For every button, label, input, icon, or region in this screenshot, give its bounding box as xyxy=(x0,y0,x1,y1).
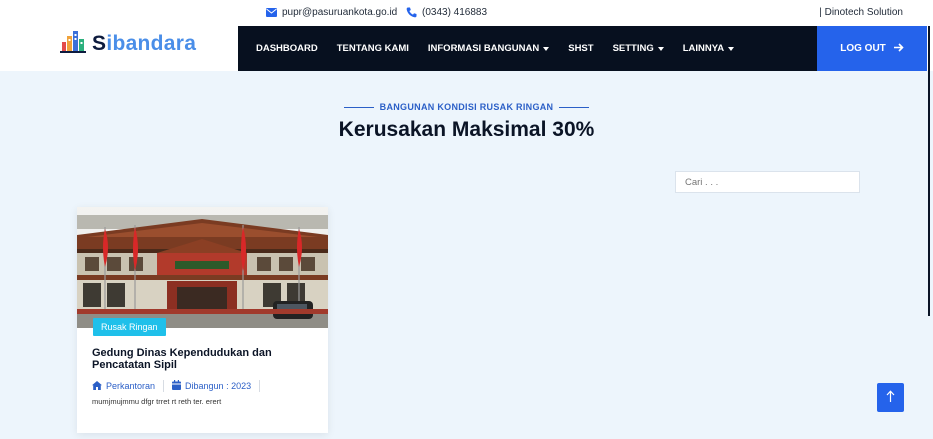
logo-text-rest: ibandara xyxy=(106,31,197,55)
site-header: Sibandara DASHBOARD TENTANG KAMI INFORMA… xyxy=(0,26,933,71)
nav-tentang-kami-label: TENTANG KAMI xyxy=(336,43,409,54)
logo-text: Sibandara xyxy=(92,32,196,56)
status-badge[interactable]: Rusak Ringan xyxy=(93,318,166,336)
section-subtitle-text: BANGUNAN KONDISI RUSAK RINGAN xyxy=(379,102,554,112)
page-title: Kerusakan Maksimal 30% xyxy=(338,118,595,141)
subtitle-line-left xyxy=(343,106,374,108)
caret-down-icon xyxy=(728,46,735,51)
card-category: Perkantoran xyxy=(92,380,156,392)
nav-tentang-kami[interactable]: TENTANG KAMI xyxy=(337,43,409,54)
nav-setting[interactable]: SETTING xyxy=(613,43,664,54)
contact-phone[interactable]: (0343) 416883 xyxy=(406,7,487,18)
card-description: mumjmujmmu dfgr trret rt reth ter. erert xyxy=(92,397,222,406)
back-to-top-button[interactable] xyxy=(877,383,904,412)
card-meta: Perkantoran Dibangun : 2023 xyxy=(92,380,268,392)
logout-button[interactable]: LOG OUT xyxy=(817,26,927,71)
nav-lainnya[interactable]: LAINNYA xyxy=(682,43,735,54)
nav-lainnya-label: LAINNYA xyxy=(682,43,725,54)
caret-down-icon xyxy=(543,46,550,51)
nav-informasi-bangunan-label: INFORMASI BANGUNAN xyxy=(427,43,540,54)
calendar-icon xyxy=(172,380,182,392)
card-category-text: Perkantoran xyxy=(106,381,156,391)
contact-email-text: pupr@pasuruankota.go.id xyxy=(282,7,398,18)
arrow-up-icon xyxy=(886,389,895,407)
meta-divider xyxy=(163,380,165,392)
nav-shst-label: SHST xyxy=(568,43,594,54)
logo-text-first: S xyxy=(92,31,107,55)
phone-icon xyxy=(406,7,417,18)
nav-dashboard[interactable]: DASHBOARD xyxy=(256,43,318,54)
card-built-year: Dibangun : 2023 xyxy=(172,380,251,392)
section-subtitle: BANGUNAN KONDISI RUSAK RINGAN xyxy=(0,102,933,112)
scrollbar-edge xyxy=(928,26,930,316)
building-photo xyxy=(77,207,328,328)
arrow-right-icon xyxy=(893,42,904,55)
contact-phone-text: (0343) 416883 xyxy=(422,7,488,18)
nav-informasi-bangunan[interactable]: INFORMASI BANGUNAN xyxy=(427,43,550,54)
nav-setting-label: SETTING xyxy=(612,43,654,54)
nav-shst[interactable]: SHST xyxy=(568,43,593,54)
building-card[interactable]: Rusak Ringan Gedung Dinas Kependudukan d… xyxy=(77,207,328,433)
card-built-text: Dibangun : 2023 xyxy=(185,381,252,391)
contact-email[interactable]: pupr@pasuruankota.go.id xyxy=(266,7,397,18)
top-contact-bar: pupr@pasuruankota.go.id (0343) 416883 | … xyxy=(0,0,933,26)
nav-dashboard-label: DASHBOARD xyxy=(256,43,318,54)
subtitle-line-right xyxy=(559,106,590,108)
city-building-icon xyxy=(60,28,86,59)
logout-label: LOG OUT xyxy=(840,43,886,54)
main-nav: DASHBOARD TENTANG KAMI INFORMASI BANGUNA… xyxy=(238,26,817,71)
caret-down-icon xyxy=(657,46,664,51)
card-title[interactable]: Gedung Dinas Kependudukan dan Pencatatan… xyxy=(92,347,312,371)
home-icon xyxy=(92,380,102,392)
envelope-icon xyxy=(266,8,277,17)
search-input[interactable] xyxy=(675,171,860,193)
meta-divider xyxy=(259,380,261,392)
credit-text: | Dinotech Solution xyxy=(819,7,903,18)
site-logo[interactable]: Sibandara xyxy=(60,28,196,59)
